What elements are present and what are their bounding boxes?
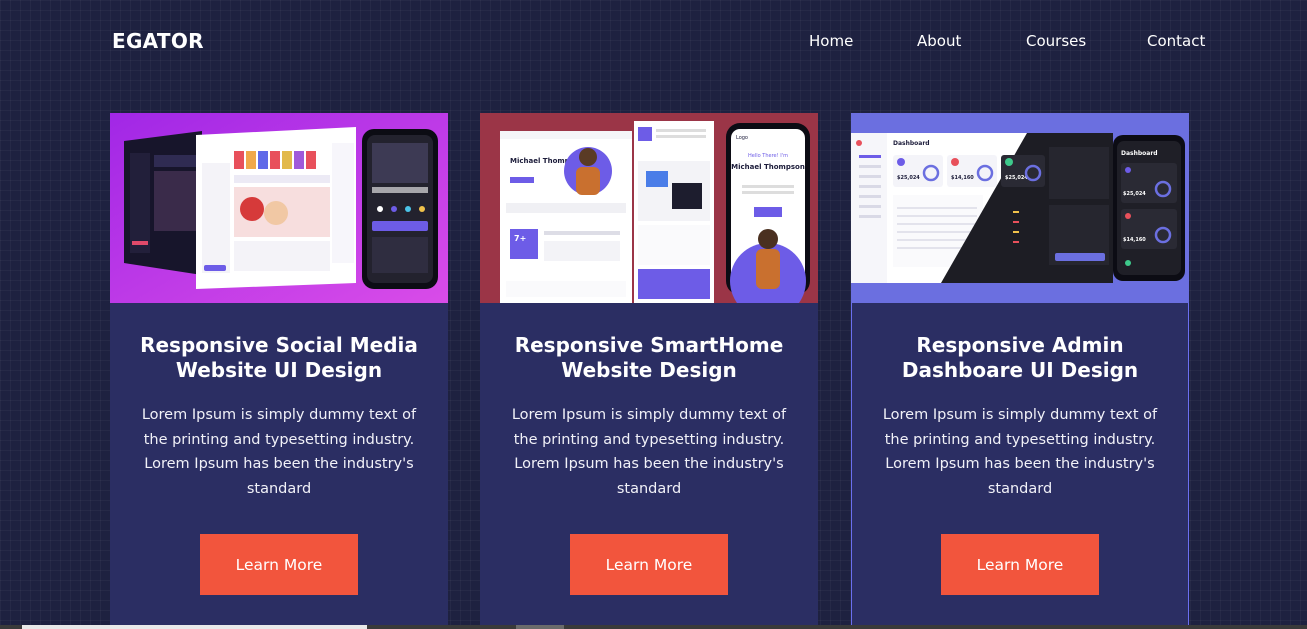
mockup-phone-title: Dashboard [1121,150,1158,157]
mockup-stat-2: $14,160 [951,175,974,181]
card-title-line-1: Responsive Admin [916,333,1124,357]
smarthome-website-mockup-image: Michael Thompson 7+ Logo Hello There! I'… [480,113,818,303]
nav-link-contact[interactable]: Contact [1147,32,1205,50]
mockup-phone-stat-1: $25,024 [1123,191,1146,197]
card-description: Lorem Ipsum is simply dummy text of the … [141,407,417,497]
social-media-ui-mockup-image [110,113,448,303]
course-card-smarthome: Michael Thompson 7+ Logo Hello There! I'… [480,113,818,629]
card-description: Lorem Ipsum is simply dummy text of the … [882,407,1158,497]
mockup-stat-1: $25,024 [897,175,920,181]
scrollbar-segment [516,625,564,629]
learn-more-button[interactable]: Learn More [200,534,358,595]
card-title: Responsive Social Media Website UI Desig… [120,333,438,383]
card-title-line-1: Responsive SmartHome [514,333,784,357]
admin-dashboard-mockup-image: Dashboard $25,024 $14,160 $25,024 Dashbo… [851,113,1189,303]
mockup-dashboard-title: Dashboard [893,140,930,147]
card-title-line-2: Dashboare UI Design [901,358,1139,382]
mockup-phone-name: Michael Thompson [731,163,805,171]
card-description: Lorem Ipsum is simply dummy text of the … [511,407,787,497]
course-card-social-media: Responsive Social Media Website UI Desig… [110,113,448,629]
card-title: Responsive SmartHome Website Design [490,333,808,383]
nav-link-about[interactable]: About [917,32,961,50]
card-title-line-2: Website Design [561,358,737,382]
mockup-greeting: Hello There! I'm [748,153,788,159]
learn-more-button[interactable]: Learn More [570,534,728,595]
card-title: Responsive Admin Dashboare UI Design [861,333,1179,383]
course-card-admin-dashboard: Dashboard $25,024 $14,160 $25,024 Dashbo… [851,113,1189,629]
card-title-line-2: Website UI Design [175,358,383,382]
nav-link-courses[interactable]: Courses [1026,32,1086,50]
scrollbar-thumb[interactable] [22,625,367,629]
mockup-phone-logo: Logo [736,135,748,141]
nav-link-home[interactable]: Home [809,32,853,50]
card-title-line-1: Responsive Social Media [140,333,418,357]
horizontal-scrollbar[interactable] [0,625,1307,629]
site-logo[interactable]: EGATOR [112,29,204,53]
navbar: EGATOR Home About Courses Contact [0,0,1307,82]
mockup-phone-stat-2: $14,160 [1123,237,1146,243]
mockup-badge: 7+ [514,234,526,243]
learn-more-button[interactable]: Learn More [941,534,1099,595]
mockup-stat-3: $25,024 [1005,175,1028,181]
